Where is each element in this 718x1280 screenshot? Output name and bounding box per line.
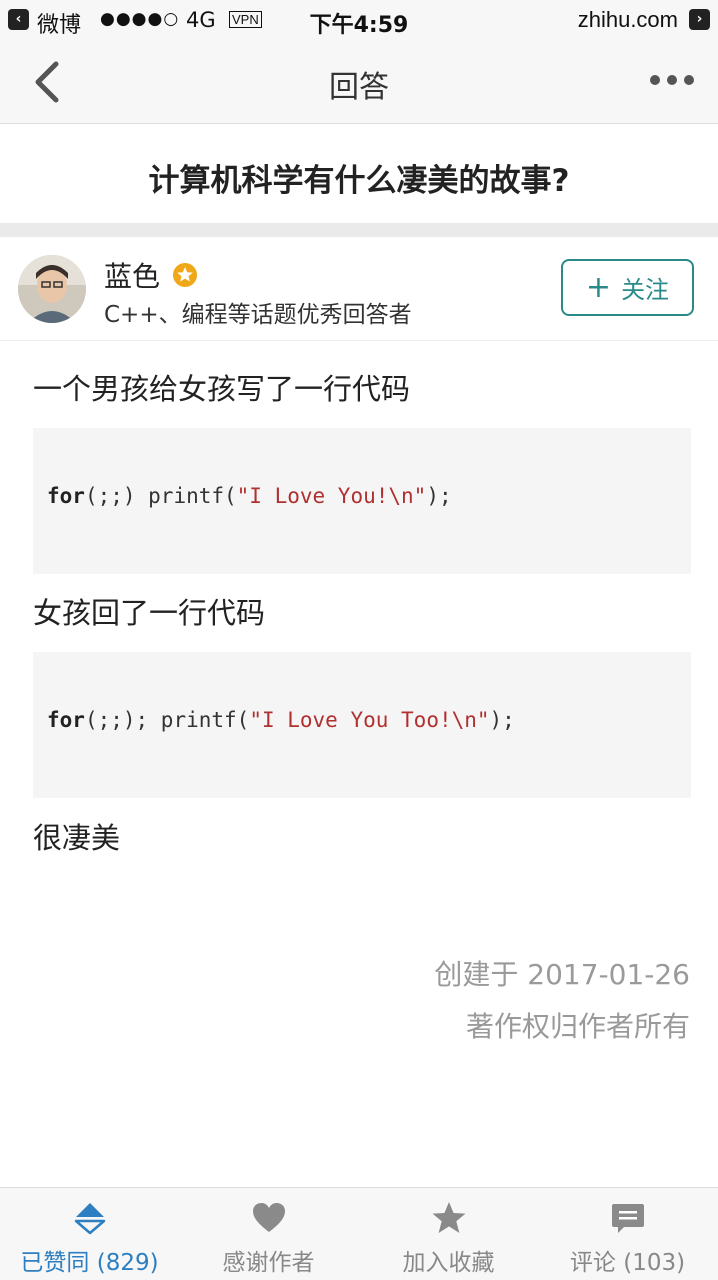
code-keyword: for [47, 484, 85, 508]
heart-icon [252, 1203, 285, 1232]
code-keyword: for [47, 708, 85, 732]
forward-icon[interactable]: › [689, 9, 710, 30]
bottom-action-bar: 已赞同 (829) 感谢作者 加入收藏 评论 (103) [0, 1187, 718, 1280]
follow-label: 关注 [621, 276, 670, 304]
plus-icon: + [585, 269, 612, 305]
question-title[interactable]: 计算机科学有什么凄美的故事? [0, 155, 718, 200]
question-header[interactable]: 计算机科学有什么凄美的故事? [0, 125, 718, 223]
add-favorite-button[interactable]: 加入收藏 [359, 1188, 538, 1280]
code-line-1: for(;;) printf("I Love You!\n"); [47, 484, 452, 508]
code-end: ); [426, 484, 452, 508]
more-options-icon[interactable] [650, 70, 694, 90]
code-block-1: for(;;) printf("I Love You!\n"); [33, 428, 691, 574]
comments-button[interactable]: 评论 (103) [538, 1188, 717, 1280]
code-body: (;;); printf( [84, 708, 250, 732]
section-divider [0, 223, 718, 237]
nav-bar: 回答 [0, 40, 718, 124]
author-name[interactable]: 蓝色 [104, 255, 160, 295]
comments-label: 评论 (103) [569, 1250, 686, 1276]
upvote-label: 已赞同 (829) [20, 1250, 159, 1276]
code-end: ); [489, 708, 515, 732]
thank-author-label: 感谢作者 [222, 1250, 315, 1276]
author-description: C++、编程等话题优秀回答者 [104, 302, 412, 328]
author-info: 蓝色 C++、编程等话题优秀回答者 + 关注 [0, 237, 718, 341]
follow-button[interactable]: + 关注 [561, 259, 694, 316]
verified-badge-icon [173, 263, 197, 287]
thank-author-button[interactable]: 感谢作者 [179, 1188, 358, 1280]
comment-icon [611, 1204, 644, 1233]
code-block-2: for(;;); printf("I Love You Too!\n"); [33, 652, 691, 798]
answer-paragraph-1: 一个男孩给女孩写了一行代码 [33, 372, 411, 406]
avatar-image [18, 255, 86, 323]
copyright-notice: 著作权归作者所有 [465, 1010, 690, 1043]
created-date: 创建于 2017-01-26 [434, 958, 690, 991]
answer-paragraph-2: 女孩回了一行代码 [33, 596, 266, 630]
page-title: 回答 [329, 70, 389, 105]
star-icon [432, 1202, 465, 1233]
status-bar: ‹ 微博 ●●●●○ 4G VPN 下午4:59 zhihu.com › [0, 0, 718, 40]
code-body: (;;) printf( [84, 484, 237, 508]
upvote-icon [74, 1203, 105, 1235]
code-string: "I Love You Too!\n" [249, 708, 490, 732]
upvote-button[interactable]: 已赞同 (829) [0, 1188, 179, 1280]
code-line-2: for(;;); printf("I Love You Too!\n"); [47, 708, 515, 732]
code-string: "I Love You!\n" [236, 484, 427, 508]
site-domain: zhihu.com [577, 7, 678, 32]
answer-paragraph-3: 很凄美 [33, 821, 121, 855]
avatar[interactable] [18, 255, 86, 323]
add-favorite-label: 加入收藏 [402, 1250, 495, 1276]
